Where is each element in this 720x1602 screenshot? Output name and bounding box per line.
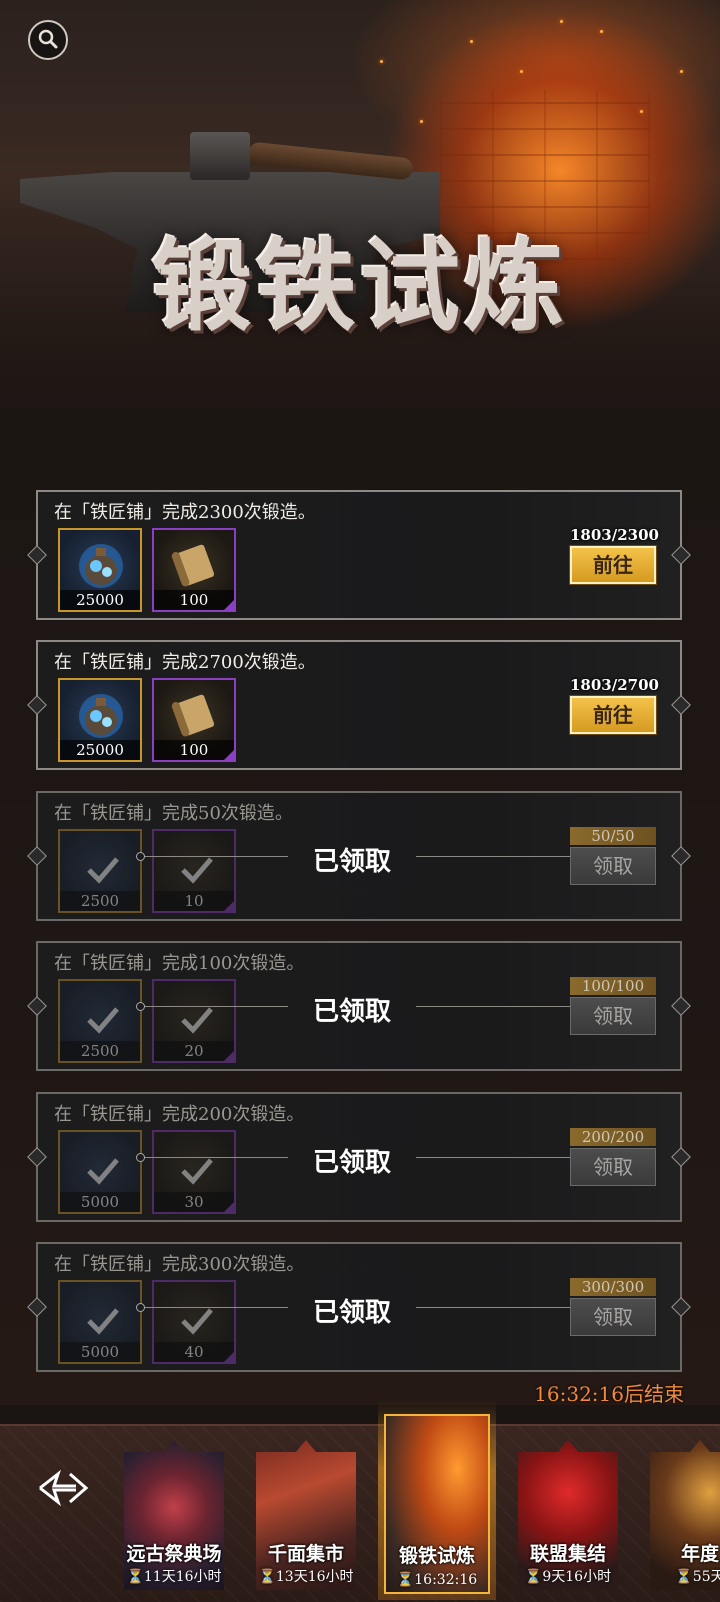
reward-quantity: 2500	[60, 891, 140, 911]
task-card: 在「铁匠铺」完成300次锻造。 5000 40 已领取 300/300 领取	[27, 1242, 691, 1372]
task-description: 在「铁匠铺」完成50次锻造。	[54, 803, 293, 824]
event-name: 千面集市	[267, 1543, 344, 1565]
task-description: 在「铁匠铺」完成2300次锻造。	[54, 502, 316, 523]
crystal-pouch-icon	[79, 544, 123, 588]
checkmark-icon	[87, 1158, 119, 1185]
reward-item-scroll[interactable]: 30	[152, 1130, 236, 1214]
event-tab-bazaar[interactable]: 千面集市 ⏳13天16小时	[256, 1440, 356, 1590]
event-end-timer: 16:32:16后结束	[534, 1382, 684, 1406]
event-name: 远古祭典场	[126, 1543, 222, 1565]
event-time: ⏳55天	[675, 1569, 720, 1585]
task-progress: 50/50	[570, 827, 656, 845]
event-time: ⏳9天16小时	[524, 1569, 612, 1585]
checkmark-icon	[181, 1308, 213, 1335]
reward-item-crystal[interactable]: 25000	[58, 678, 142, 762]
event-time: ⏳13天16小时	[258, 1569, 354, 1585]
task-card: 在「铁匠铺」完成2700次锻造。 25000 100 1803/2700 前往	[27, 640, 691, 770]
checkmark-icon	[87, 1308, 119, 1335]
spark	[520, 70, 523, 73]
spark	[560, 20, 563, 23]
task-progress: 1803/2300	[570, 526, 659, 544]
search-icon	[38, 29, 58, 49]
claim-button[interactable]: 领取	[570, 997, 656, 1035]
event-tab-forging-trial[interactable]: 锻铁试炼 ⏳16:32:16	[386, 1416, 488, 1592]
task-description: 在「铁匠铺」完成2700次锻造。	[54, 652, 316, 673]
reward-quantity: 20	[154, 1041, 234, 1061]
reward-item-crystal[interactable]: 5000	[58, 1280, 142, 1364]
reward-quantity: 25000	[60, 740, 140, 760]
spark	[640, 110, 643, 113]
claimed-status: 已领取	[312, 997, 391, 1027]
task-progress: 100/100	[570, 977, 656, 995]
reward-quantity: 100	[154, 740, 234, 760]
event-time: ⏳16:32:16	[396, 1572, 478, 1588]
go-button[interactable]: 前往	[569, 695, 657, 735]
task-progress: 200/200	[570, 1128, 656, 1146]
claimed-status: 已领取	[312, 1148, 391, 1178]
task-description: 在「铁匠铺」完成200次锻造。	[54, 1104, 305, 1125]
event-name: 年度	[680, 1543, 719, 1565]
reward-quantity: 30	[154, 1192, 234, 1212]
reward-item-scroll[interactable]: 100	[152, 528, 236, 612]
event-time: ⏳11天16小时	[126, 1569, 222, 1585]
event-title: 锻铁试炼	[152, 227, 568, 345]
reward-item-scroll[interactable]: 100	[152, 678, 236, 762]
task-card: 在「铁匠铺」完成200次锻造。 5000 30 已领取 200/200 领取	[27, 1092, 691, 1222]
scroll-icon	[171, 544, 215, 587]
reward-quantity: 2500	[60, 1041, 140, 1061]
reward-item-scroll[interactable]: 40	[152, 1280, 236, 1364]
claim-button[interactable]: 领取	[570, 847, 656, 885]
claimed-status: 已领取	[312, 1298, 391, 1328]
spark	[380, 60, 383, 63]
claim-button[interactable]: 领取	[570, 1298, 656, 1336]
task-progress: 1803/2700	[570, 676, 659, 694]
reward-quantity: 40	[154, 1342, 234, 1362]
reward-quantity: 5000	[60, 1192, 140, 1212]
reward-item-crystal[interactable]: 2500	[58, 829, 142, 913]
checkmark-icon	[181, 1158, 213, 1185]
event-tab-annual[interactable]: 年度 ⏳55天	[650, 1440, 720, 1590]
spark	[680, 70, 683, 73]
event-tab-ancient-ritual[interactable]: 远古祭典场 ⏳11天16小时	[124, 1440, 224, 1590]
spark	[600, 30, 603, 33]
spark	[420, 120, 423, 123]
event-name: 联盟集结	[529, 1543, 606, 1565]
checkmark-icon	[87, 1007, 119, 1034]
hammer-head	[190, 132, 250, 180]
spark	[470, 40, 473, 43]
reward-quantity: 10	[154, 891, 234, 911]
reward-quantity: 5000	[60, 1342, 140, 1362]
reward-quantity: 100	[154, 590, 234, 610]
reward-item-crystal[interactable]: 2500	[58, 979, 142, 1063]
event-tab-alliance-rally[interactable]: 联盟集结 ⏳9天16小时	[518, 1440, 618, 1590]
back-arrow-icon[interactable]	[36, 1466, 92, 1510]
claim-button[interactable]: 领取	[570, 1148, 656, 1186]
task-description: 在「铁匠铺」完成300次锻造。	[54, 1254, 305, 1275]
scroll-icon	[171, 694, 215, 737]
claimed-status: 已领取	[312, 847, 391, 877]
crystal-pouch-icon	[79, 694, 123, 738]
reward-item-crystal[interactable]: 25000	[58, 528, 142, 612]
search-button[interactable]	[28, 20, 68, 60]
go-button[interactable]: 前往	[569, 545, 657, 585]
reward-item-crystal[interactable]: 5000	[58, 1130, 142, 1214]
checkmark-icon	[181, 857, 213, 884]
task-card: 在「铁匠铺」完成2300次锻造。 25000 100 1803/2300 前往	[27, 490, 691, 620]
checkmark-icon	[181, 1007, 213, 1034]
event-banner: 锻铁试炼	[0, 0, 720, 440]
reward-item-scroll[interactable]: 10	[152, 829, 236, 913]
task-card: 在「铁匠铺」完成100次锻造。 2500 20 已领取 100/100 领取	[27, 941, 691, 1071]
task-description: 在「铁匠铺」完成100次锻造。	[54, 953, 305, 974]
task-progress: 300/300	[570, 1278, 656, 1296]
reward-quantity: 25000	[60, 590, 140, 610]
task-card: 在「铁匠铺」完成50次锻造。 2500 10 已领取 50/50 领取	[27, 791, 691, 921]
reward-item-scroll[interactable]: 20	[152, 979, 236, 1063]
checkmark-icon	[87, 857, 119, 884]
event-name: 锻铁试炼	[398, 1545, 475, 1567]
